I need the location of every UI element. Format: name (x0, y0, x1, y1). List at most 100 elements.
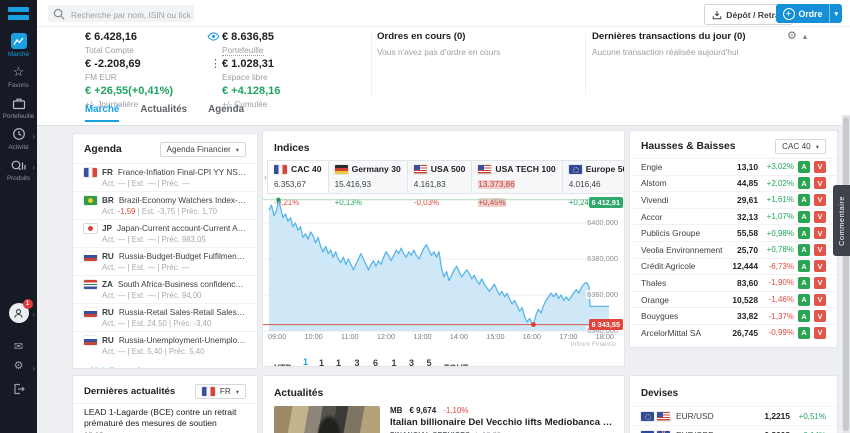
gainers-index-select[interactable]: CAC 40 ▾ (775, 139, 826, 154)
tab-marche[interactable]: Marché (85, 104, 120, 122)
news-ticker[interactable]: MB (390, 406, 402, 415)
sell-button[interactable]: V (814, 227, 826, 240)
sell-button[interactable]: V (814, 210, 826, 223)
range-3m[interactable]: 3 M (355, 358, 363, 366)
logout-button[interactable] (0, 381, 37, 397)
sidebar-item-marche[interactable]: Marché (0, 33, 37, 58)
index-tab-cac-40[interactable]: CAC 40 6.353,67 -0,21% (268, 161, 329, 207)
stock-price: 83,60 (737, 277, 758, 288)
buy-button[interactable]: A (798, 243, 810, 256)
range-6m[interactable]: 6 M (373, 358, 381, 366)
sell-button[interactable]: V (814, 326, 826, 339)
currency-row[interactable]: EUR/GBP 0,8608 +0,14% (630, 425, 837, 433)
agenda-filter-select[interactable]: Agenda Financier ▾ (159, 142, 246, 157)
tab-agenda[interactable]: Agenda (208, 104, 244, 122)
stock-row[interactable]: Bouygues 33,82 -1,37% A V (630, 307, 837, 324)
eye-icon[interactable] (207, 32, 220, 41)
header: Dépôt / Retrait +Ordre ▾ € 6.428,16 Tota… (37, 0, 850, 126)
agenda-item[interactable]: FR France-Inflation Final-CPI YY NSA (Apr… (73, 163, 257, 191)
settings-button[interactable]: › ⚙ (0, 361, 37, 374)
stock-row[interactable]: Veolia Environnement 25,70 +0,78% A V (630, 240, 837, 258)
buy-button[interactable]: A (798, 293, 810, 306)
range-1a[interactable]: 1 A (392, 358, 399, 366)
see-all-cac40-link[interactable]: Voir toutes les actions du CAC 40 (630, 341, 837, 348)
gainers-losers-card: Hausses & Baisses CAC 40 ▾ Engie 13,10 +3,0… (629, 130, 838, 348)
index-tab-germany-30[interactable]: Germany 30 15.416,93 +0,13% (328, 161, 408, 207)
stock-row[interactable]: Orange 10,528 -1,46% A V (630, 290, 837, 308)
range-3a[interactable]: 3 A (409, 358, 416, 366)
stock-row[interactable]: Thales 83,60 -1,90% A V (630, 274, 837, 291)
stock-change: -1,37% (768, 311, 794, 321)
index-tab-usa-tech-100[interactable]: USA TECH 100 13.373,86 +0,45% (472, 161, 563, 207)
sidebar-item-produits[interactable]: › Produits (0, 157, 37, 182)
index-tab-usa-500[interactable]: USA 500 4.161,83 -0,03% (407, 161, 473, 207)
agenda-item[interactable]: RU Russia-Retail Sales-Retail Sales YY (A… (73, 303, 257, 331)
range-1j[interactable]: 1 J (303, 357, 308, 366)
news-country-select[interactable]: FR ▾ (194, 384, 246, 399)
buy-button[interactable]: A (798, 326, 810, 339)
sidebar-item-label: Activité (8, 144, 29, 151)
sidebar-item-activite[interactable]: › Activité (0, 126, 37, 151)
collapse-icon[interactable]: ▴ (803, 33, 807, 41)
news-headline[interactable]: Italian billionaire Del Vecchio lifts Me… (390, 417, 613, 428)
range-1m[interactable]: 1 M (336, 358, 344, 366)
currency-row[interactable]: EUR/USD 1,2215 +0,51% (630, 406, 837, 425)
app-logo[interactable] (8, 7, 29, 23)
interactive-chart-button[interactable]: Graphique interactif (595, 365, 624, 366)
scrollbar-thumb[interactable] (843, 117, 849, 431)
more-options-icon[interactable]: ⋮ (210, 59, 221, 70)
range-ytd[interactable]: YTD (274, 363, 292, 366)
agenda-item[interactable]: JP Japan-Current account-Current Account,… (73, 219, 257, 247)
buy-button[interactable]: A (798, 310, 810, 323)
news-photo[interactable]: MEDIOBANCA (274, 406, 380, 433)
chart-settings-button[interactable]: ⚙Paramètres du graphique (479, 365, 583, 366)
agenda-see-all-link[interactable]: ›Voir l'agenda (73, 359, 257, 368)
tab-actualites[interactable]: Actualités (140, 104, 187, 122)
stock-row[interactable]: Vivendi 29,61 +1,61% A V (630, 191, 837, 208)
stock-row[interactable]: Publicis Groupe 55,58 +0,98% A V (630, 224, 837, 241)
buy-button[interactable]: A (798, 227, 810, 240)
messages-button[interactable]: ✉ (0, 342, 37, 353)
main-tabs: Marché Actualités Agenda (85, 104, 244, 122)
index-price-chart[interactable]: 6400,000 6380,000 6360,000 6340,000 6 41… (263, 197, 624, 355)
range-tout[interactable]: TOUT (444, 363, 468, 366)
news-headline[interactable]: LEAD 1-Lagarde (BCE) contre un retrait p… (84, 407, 246, 429)
stock-row[interactable]: ArcelorMittal SA 26,745 -0,99% A V (630, 323, 837, 341)
stock-row[interactable]: Crédit Agricole 12,444 -6,73% A V (630, 257, 837, 275)
stock-row[interactable]: Accor 32,13 +1,07% A V (630, 207, 837, 225)
sell-button[interactable]: V (814, 260, 826, 273)
agenda-item[interactable]: RU Russia-Unemployment-Unemployment Rate … (73, 331, 257, 359)
transactions-empty-text: Aucune transaction réalisée aujourd'hui (592, 47, 739, 57)
agenda-item[interactable]: RU Russia-Budget-Budget Fulfilment (Apr.)… (73, 247, 257, 275)
agenda-item[interactable]: BR Brazil-Economy Watchers Index-IBC-BR E… (73, 191, 257, 219)
user-avatar[interactable]: › 1 (0, 299, 37, 323)
sell-button[interactable]: V (814, 276, 826, 289)
buy-button[interactable]: A (798, 260, 810, 273)
sidebar-item-portefeuille[interactable]: Portefeuille (0, 95, 37, 120)
range-1s[interactable]: 1 S (319, 358, 325, 366)
transactions-gear-icon[interactable]: ⚙ (787, 31, 797, 42)
search-input[interactable] (69, 5, 193, 24)
order-dropdown-caret[interactable]: ▾ (829, 4, 842, 23)
agenda-item[interactable]: ZA South Africa-Business confidence-Busin… (73, 275, 257, 303)
sell-button[interactable]: V (814, 160, 826, 173)
buy-button[interactable]: A (798, 210, 810, 223)
sell-button[interactable]: V (814, 293, 826, 306)
buy-button[interactable]: A (798, 177, 810, 190)
range-5a[interactable]: 5 A (427, 358, 434, 366)
sell-button[interactable]: V (814, 310, 826, 323)
sell-button[interactable]: V (814, 177, 826, 190)
sell-button[interactable]: V (814, 243, 826, 256)
sidebar-item-favoris[interactable]: ☆ Favoris (0, 64, 37, 89)
stock-row[interactable]: Engie 13,10 +3,02% A V (630, 158, 837, 175)
stock-row[interactable]: Alstom 44,85 +2,02% A V (630, 174, 837, 192)
order-button[interactable]: + Ordre ▾ (775, 4, 842, 23)
comment-side-tab[interactable]: Commentaire (833, 185, 850, 256)
index-tab-europe-50[interactable]: Europe 50 4.016,46 +0,24% (562, 161, 624, 207)
news-item[interactable]: MEDIOBANCA MB € 9,674 -1,10% Italian bil… (263, 406, 624, 433)
buy-button[interactable]: A (798, 160, 810, 173)
buy-button[interactable]: A (798, 193, 810, 206)
buy-button[interactable]: A (798, 276, 810, 289)
vertical-scrollbar[interactable] (842, 115, 850, 433)
sell-button[interactable]: V (814, 193, 826, 206)
